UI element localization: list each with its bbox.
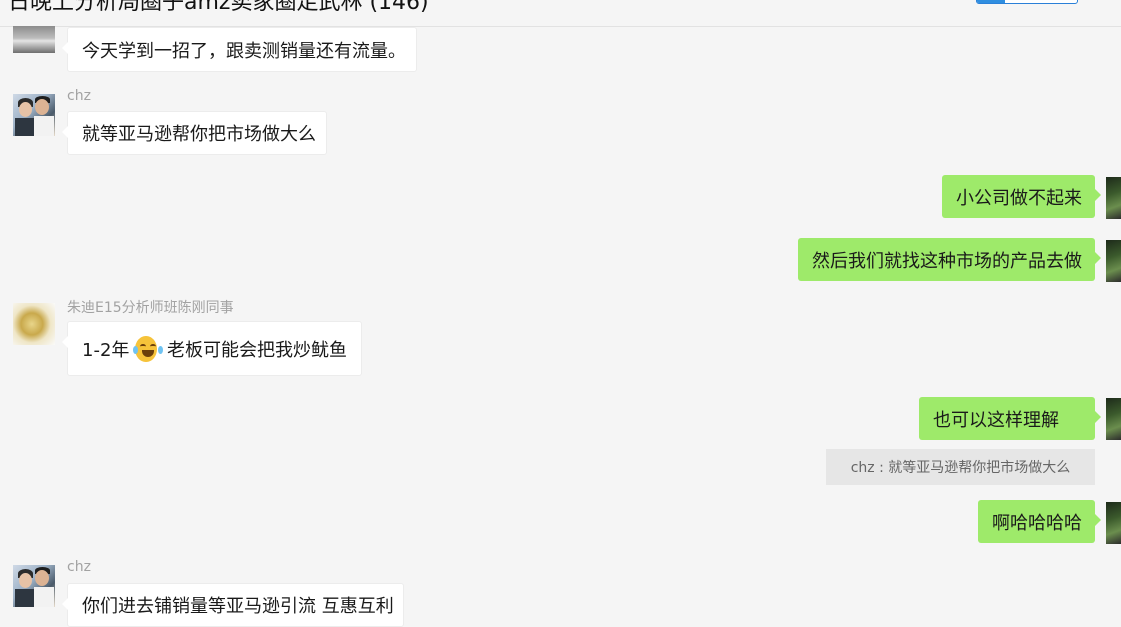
message-text: 小公司做不起来 [956, 187, 1082, 209]
avatar-self[interactable] [1106, 502, 1121, 544]
message-text: 也可以这样理解 [933, 409, 1059, 431]
message-text: 你们进去铺销量等亚马逊引流 互惠互利 [82, 596, 394, 617]
message-bubble-incoming[interactable]: 你们进去铺销量等亚马逊引流 互惠互利 [62, 583, 404, 627]
chat-title: 日晚上分析局圈子amz卖家圈走武林 (146) [8, 0, 429, 15]
message-bubble-outgoing[interactable]: 啊哈哈哈哈 [978, 500, 1101, 543]
message-bubble-incoming[interactable]: 今天学到一招了，跟卖测销量还有流量。 [62, 27, 417, 72]
sender-name: chz [67, 559, 91, 575]
avatar[interactable] [13, 26, 55, 53]
message-text: 啊哈哈哈哈 [992, 512, 1082, 534]
message-bubble-incoming[interactable]: 就等亚马逊帮你把市场做大么 [62, 111, 327, 155]
chat-header: 日晚上分析局圈子amz卖家圈走武林 (146) [0, 0, 1121, 27]
quoted-message-text: chz : 就等亚马逊帮你把市场做大么 [850, 460, 1071, 476]
message-text: 然后我们就找这种市场的产品去做 [812, 250, 1082, 272]
message-bubble-outgoing[interactable]: 然后我们就找这种市场的产品去做 [798, 238, 1101, 281]
message-text: 就等亚马逊帮你把市场做大么 [82, 124, 316, 145]
message-text: 老板可能会把我炒鱿鱼 [167, 339, 347, 361]
message-bubble-outgoing[interactable]: 也可以这样理解 [919, 397, 1101, 440]
sender-name: chz [67, 88, 91, 104]
avatar-self[interactable] [1106, 177, 1121, 219]
header-toggle[interactable] [976, 0, 1078, 4]
avatar-chz[interactable] [13, 565, 55, 607]
message-bubble-outgoing[interactable]: 小公司做不起来 [942, 175, 1101, 218]
laughing-crying-emoji-icon [133, 335, 164, 362]
avatar-self[interactable] [1106, 240, 1121, 282]
message-text: 今天学到一招了，跟卖测销量还有流量。 [82, 40, 406, 62]
avatar-self[interactable] [1106, 398, 1121, 440]
avatar-chz[interactable] [13, 94, 55, 136]
message-text: 1-2年 [82, 339, 130, 361]
sender-name: 朱迪E15分析师班陈刚同事 [67, 300, 234, 316]
avatar-zhudi[interactable] [13, 303, 55, 345]
message-bubble-incoming[interactable]: 1-2年 老板可能会把我炒鱿鱼 [62, 321, 362, 376]
quoted-message[interactable]: chz : 就等亚马逊帮你把市场做大么 [826, 449, 1095, 485]
